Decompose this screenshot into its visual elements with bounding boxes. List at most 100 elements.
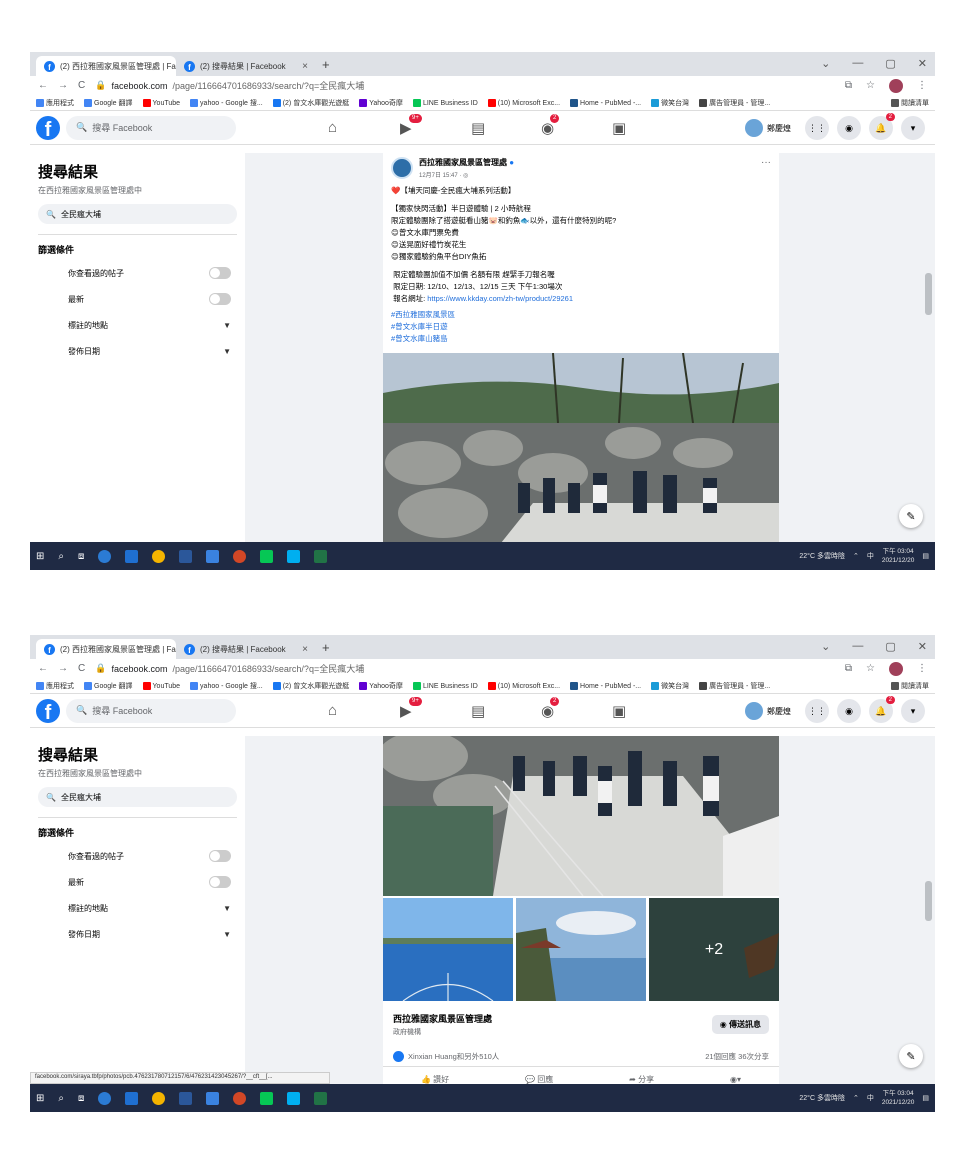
bookmark-item[interactable]: yahoo - Google 搜... <box>190 681 263 691</box>
marketplace-icon[interactable]: ▤ <box>471 702 485 720</box>
chrome-menu-icon[interactable]: ⋮ <box>917 80 927 91</box>
search-icon[interactable]: ⌕ <box>58 551 64 562</box>
hashtag-link[interactable]: #西拉雅國家風景區 <box>391 309 771 321</box>
menu-grid-icon[interactable]: ⋮⋮ <box>805 699 829 723</box>
bookmark-item[interactable]: yahoo - Google 搜... <box>190 98 263 108</box>
skype-icon[interactable] <box>287 549 301 563</box>
post-photo-main[interactable] <box>383 353 779 542</box>
marketplace-icon[interactable]: ▤ <box>471 119 485 137</box>
bookmark-item[interactable]: 微笑台灣 <box>651 681 689 691</box>
tray-chevron-icon[interactable]: ⌃ <box>853 552 859 560</box>
star-icon[interactable]: ☆ <box>866 663 875 674</box>
weather-widget[interactable]: 22°C 多雲時陰 <box>799 551 845 561</box>
filter-tagged-location[interactable]: 標註的地點 ▼ <box>38 895 237 921</box>
notifications-icon[interactable]: 🔔 2 <box>869 696 895 723</box>
star-icon[interactable]: ☆ <box>866 80 875 91</box>
line-app-icon[interactable] <box>260 549 274 563</box>
chrome-menu-icon[interactable]: ⋮ <box>917 663 927 674</box>
toggle-switch[interactable] <box>209 850 231 862</box>
post-date[interactable]: 12月7日 15:47 · ◎ <box>419 170 514 179</box>
skype-icon[interactable] <box>287 1091 301 1105</box>
share-button[interactable]: ➦ 分享 <box>629 1074 654 1085</box>
toggle-switch[interactable] <box>209 267 231 279</box>
word-icon[interactable] <box>179 1091 193 1105</box>
watch-icon[interactable]: ▶ 9+ <box>400 697 422 720</box>
line-app-icon[interactable] <box>260 1091 274 1105</box>
new-tab-button[interactable]: + <box>322 57 330 72</box>
bookmark-item[interactable]: 應用程式 <box>36 681 74 691</box>
forward-button[interactable]: → <box>58 663 68 674</box>
post-photo-main[interactable] <box>383 736 779 896</box>
bookmark-item[interactable]: Google 翻譯 <box>84 681 133 691</box>
minimize-button[interactable]: — <box>852 57 863 70</box>
facebook-logo[interactable]: f <box>36 698 60 723</box>
groups-icon[interactable]: ◉ 2 <box>541 114 560 137</box>
bookmark-item[interactable]: Google 翻譯 <box>84 98 133 108</box>
windows-start-icon[interactable]: ⊞ <box>36 551 44 562</box>
signup-link[interactable]: https://www.kkday.com/zh-tw/product/2926… <box>427 294 573 303</box>
action-center-icon[interactable]: ▤ <box>922 1094 929 1102</box>
profile-avatar[interactable] <box>889 661 903 676</box>
reload-button[interactable]: C <box>78 663 85 674</box>
tab-search-results[interactable]: f (2) 搜尋結果 | Facebook × <box>176 56 316 76</box>
post-photo-pavilion[interactable] <box>516 898 646 1001</box>
tab-siraya-page[interactable]: f (2) 西拉雅國家風景區管理處 | Fa × <box>36 56 176 76</box>
messenger-icon[interactable]: ◉ <box>837 116 861 140</box>
bookmark-item[interactable]: Yahoo奇摩 <box>359 98 403 108</box>
gaming-icon[interactable]: ▣ <box>612 119 626 137</box>
windows-start-icon[interactable]: ⊞ <box>36 1093 44 1104</box>
excel-icon[interactable] <box>314 549 328 563</box>
watch-icon[interactable]: ▶ 9+ <box>400 114 422 137</box>
url-field[interactable]: 🔒 facebook.com/page/116664701686933/sear… <box>95 662 835 675</box>
bookmark-item[interactable]: (2) 曾文水庫觀光遊艇 <box>272 98 349 108</box>
facebook-search-input[interactable]: 🔍 搜尋 Facebook <box>66 698 236 723</box>
close-window-button[interactable]: ✕ <box>918 640 927 653</box>
bookmark-item[interactable]: 應用程式 <box>36 98 74 108</box>
profile-avatar[interactable] <box>889 78 903 93</box>
tab-search-results[interactable]: f (2) 搜尋結果 | Facebook × <box>176 639 316 659</box>
toggle-switch[interactable] <box>209 876 231 888</box>
clock[interactable]: 下午 03:04 2021/12/20 <box>882 1089 915 1107</box>
explorer-icon[interactable] <box>206 1091 220 1105</box>
filter-date-posted[interactable]: 發佈日期 ▼ <box>38 921 237 947</box>
chrome-icon[interactable] <box>152 1091 166 1105</box>
post-photo-lake[interactable] <box>383 898 513 1001</box>
page-avatar[interactable] <box>391 157 413 179</box>
edge-icon[interactable] <box>98 1091 112 1105</box>
reading-list[interactable]: 閱讀清單 <box>891 98 929 108</box>
audience-selector[interactable]: ◉▾ <box>730 1075 741 1084</box>
messenger-icon[interactable]: ◉ <box>837 699 861 723</box>
page-name[interactable]: 西拉雅國家風景區管理處 ● <box>419 157 514 168</box>
send-message-button[interactable]: ◉ 傳送訊息 <box>711 1014 769 1034</box>
weather-widget[interactable]: 22°C 多雲時陰 <box>799 1093 845 1103</box>
explorer-icon[interactable] <box>206 549 220 563</box>
toggle-switch[interactable] <box>209 293 231 305</box>
bookmark-item[interactable]: LINE Business ID <box>412 681 478 690</box>
task-view-icon[interactable]: ⧈ <box>78 551 84 562</box>
tab-close-icon[interactable]: × <box>302 644 308 655</box>
home-icon[interactable]: ⌂ <box>328 702 337 719</box>
bookmark-item[interactable]: 廣告管理員 - 管理... <box>699 98 770 108</box>
reaction-names[interactable]: Xinxian Huang和另外510人 <box>408 1051 499 1062</box>
word-icon[interactable] <box>179 549 193 563</box>
maximize-button[interactable]: ▢ <box>885 57 895 70</box>
sidebar-search-input[interactable]: 🔍 全民瘋大埔 <box>38 204 237 224</box>
back-button[interactable]: ← <box>38 663 48 674</box>
user-profile-chip[interactable]: 鄭慶煌 <box>745 119 791 137</box>
more-photos-count[interactable]: +2 <box>649 898 779 1001</box>
share-icon[interactable]: ⧉ <box>845 80 852 91</box>
account-icon[interactable]: ▾ <box>901 116 925 140</box>
gaming-icon[interactable]: ▣ <box>612 702 626 720</box>
action-center-icon[interactable]: ▤ <box>922 552 929 560</box>
edge-icon[interactable] <box>98 549 112 563</box>
maximize-button[interactable]: ▢ <box>885 640 895 653</box>
ime-indicator[interactable]: 中 <box>867 1093 874 1103</box>
page-info-name[interactable]: 西拉雅國家風景區管理處 <box>393 1012 492 1025</box>
close-window-button[interactable]: ✕ <box>918 57 927 70</box>
notifications-icon[interactable]: 🔔 2 <box>869 113 895 140</box>
like-button[interactable]: 👍 讚好 <box>421 1074 449 1085</box>
tab-siraya-page[interactable]: f (2) 西拉雅國家風景區管理處 | Fa × <box>36 639 176 659</box>
more-options-icon[interactable]: ··· <box>761 157 771 179</box>
bookmark-item[interactable]: Home - PubMed -... <box>570 98 641 107</box>
reload-button[interactable]: C <box>78 80 85 91</box>
